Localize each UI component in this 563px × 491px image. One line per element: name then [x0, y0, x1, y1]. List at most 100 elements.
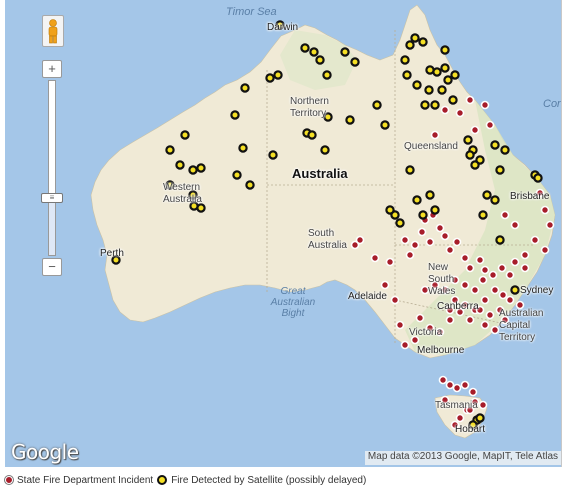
- zoom-slider-track[interactable]: [48, 80, 56, 256]
- incident-marker[interactable]: [540, 245, 550, 255]
- satellite-marker[interactable]: [412, 80, 422, 90]
- incident-marker[interactable]: [480, 100, 490, 110]
- satellite-marker[interactable]: [300, 43, 310, 53]
- incident-marker[interactable]: [417, 227, 427, 237]
- incident-marker[interactable]: [465, 95, 475, 105]
- incident-marker[interactable]: [510, 220, 520, 230]
- incident-marker[interactable]: [470, 285, 480, 295]
- satellite-marker[interactable]: [425, 190, 435, 200]
- zoom-in-button[interactable]: +: [42, 60, 62, 78]
- incident-marker[interactable]: [488, 270, 498, 280]
- zoom-out-button[interactable]: −: [42, 258, 62, 276]
- satellite-marker[interactable]: [430, 100, 440, 110]
- satellite-marker[interactable]: [232, 170, 242, 180]
- incident-marker[interactable]: [405, 250, 415, 260]
- satellite-marker[interactable]: [470, 160, 480, 170]
- satellite-marker[interactable]: [430, 205, 440, 215]
- incident-marker[interactable]: [480, 265, 490, 275]
- incident-marker[interactable]: [478, 400, 488, 410]
- satellite-marker[interactable]: [307, 130, 317, 140]
- satellite-marker[interactable]: [165, 145, 175, 155]
- incident-marker[interactable]: [445, 380, 455, 390]
- satellite-marker[interactable]: [230, 110, 240, 120]
- satellite-marker[interactable]: [478, 210, 488, 220]
- incident-marker[interactable]: [485, 310, 495, 320]
- incident-marker[interactable]: [460, 380, 470, 390]
- satellite-marker[interactable]: [448, 95, 458, 105]
- satellite-marker[interactable]: [424, 85, 434, 95]
- google-logo[interactable]: Google: [11, 440, 79, 464]
- satellite-marker[interactable]: [268, 150, 278, 160]
- incident-marker[interactable]: [490, 285, 500, 295]
- incident-marker[interactable]: [497, 263, 507, 273]
- satellite-marker[interactable]: [238, 143, 248, 153]
- incident-marker[interactable]: [520, 263, 530, 273]
- incident-marker[interactable]: [490, 325, 500, 335]
- zoom-slider-thumb[interactable]: ≡: [41, 192, 63, 203]
- incident-marker[interactable]: [390, 295, 400, 305]
- satellite-marker[interactable]: [440, 45, 450, 55]
- satellite-marker[interactable]: [175, 160, 185, 170]
- satellite-marker[interactable]: [500, 145, 510, 155]
- map-attribution[interactable]: Map data ©2013 Google, MapIT, Tele Atlas: [364, 451, 561, 465]
- satellite-marker[interactable]: [465, 150, 475, 160]
- incident-marker[interactable]: [500, 210, 510, 220]
- incident-marker[interactable]: [480, 295, 490, 305]
- incident-marker[interactable]: [370, 253, 380, 263]
- satellite-marker[interactable]: [196, 163, 206, 173]
- satellite-marker[interactable]: [440, 63, 450, 73]
- incident-marker[interactable]: [460, 253, 470, 263]
- map-viewport[interactable]: Timor Sea Cora Great Australian Bight Au…: [5, 0, 562, 467]
- satellite-marker[interactable]: [372, 100, 382, 110]
- incident-marker[interactable]: [440, 105, 450, 115]
- incident-marker[interactable]: [505, 295, 515, 305]
- incident-marker[interactable]: [415, 313, 425, 323]
- incident-marker[interactable]: [480, 320, 490, 330]
- incident-marker[interactable]: [478, 275, 488, 285]
- satellite-marker[interactable]: [400, 55, 410, 65]
- incident-marker[interactable]: [445, 245, 455, 255]
- satellite-marker[interactable]: [395, 218, 405, 228]
- incident-marker[interactable]: [485, 120, 495, 130]
- satellite-marker[interactable]: [495, 165, 505, 175]
- satellite-marker[interactable]: [380, 120, 390, 130]
- satellite-marker[interactable]: [309, 47, 319, 57]
- incident-marker[interactable]: [440, 231, 450, 241]
- incident-marker[interactable]: [540, 205, 550, 215]
- incident-marker[interactable]: [545, 220, 555, 230]
- satellite-marker[interactable]: [495, 235, 505, 245]
- satellite-marker[interactable]: [437, 85, 447, 95]
- satellite-marker[interactable]: [340, 47, 350, 57]
- incident-marker[interactable]: [438, 375, 448, 385]
- satellite-marker[interactable]: [180, 130, 190, 140]
- incident-marker[interactable]: [425, 237, 435, 247]
- satellite-marker[interactable]: [490, 195, 500, 205]
- incident-marker[interactable]: [400, 340, 410, 350]
- satellite-marker[interactable]: [402, 70, 412, 80]
- incident-marker[interactable]: [465, 315, 475, 325]
- incident-marker[interactable]: [430, 130, 440, 140]
- incident-marker[interactable]: [455, 413, 465, 423]
- incident-marker[interactable]: [505, 270, 515, 280]
- satellite-marker[interactable]: [385, 205, 395, 215]
- satellite-marker[interactable]: [475, 413, 485, 423]
- satellite-marker[interactable]: [245, 180, 255, 190]
- satellite-marker[interactable]: [410, 33, 420, 43]
- satellite-marker[interactable]: [510, 285, 520, 295]
- incident-marker[interactable]: [380, 280, 390, 290]
- incident-marker[interactable]: [520, 250, 530, 260]
- satellite-marker[interactable]: [443, 75, 453, 85]
- incident-marker[interactable]: [452, 383, 462, 393]
- satellite-marker[interactable]: [405, 165, 415, 175]
- satellite-marker[interactable]: [188, 165, 198, 175]
- incident-marker[interactable]: [470, 125, 480, 135]
- incident-marker[interactable]: [475, 255, 485, 265]
- satellite-marker[interactable]: [265, 73, 275, 83]
- satellite-marker[interactable]: [418, 210, 428, 220]
- incident-marker[interactable]: [410, 240, 420, 250]
- incident-marker[interactable]: [395, 320, 405, 330]
- incident-marker[interactable]: [510, 257, 520, 267]
- street-view-pegman[interactable]: [42, 15, 64, 47]
- satellite-marker[interactable]: [482, 190, 492, 200]
- satellite-marker[interactable]: [432, 67, 442, 77]
